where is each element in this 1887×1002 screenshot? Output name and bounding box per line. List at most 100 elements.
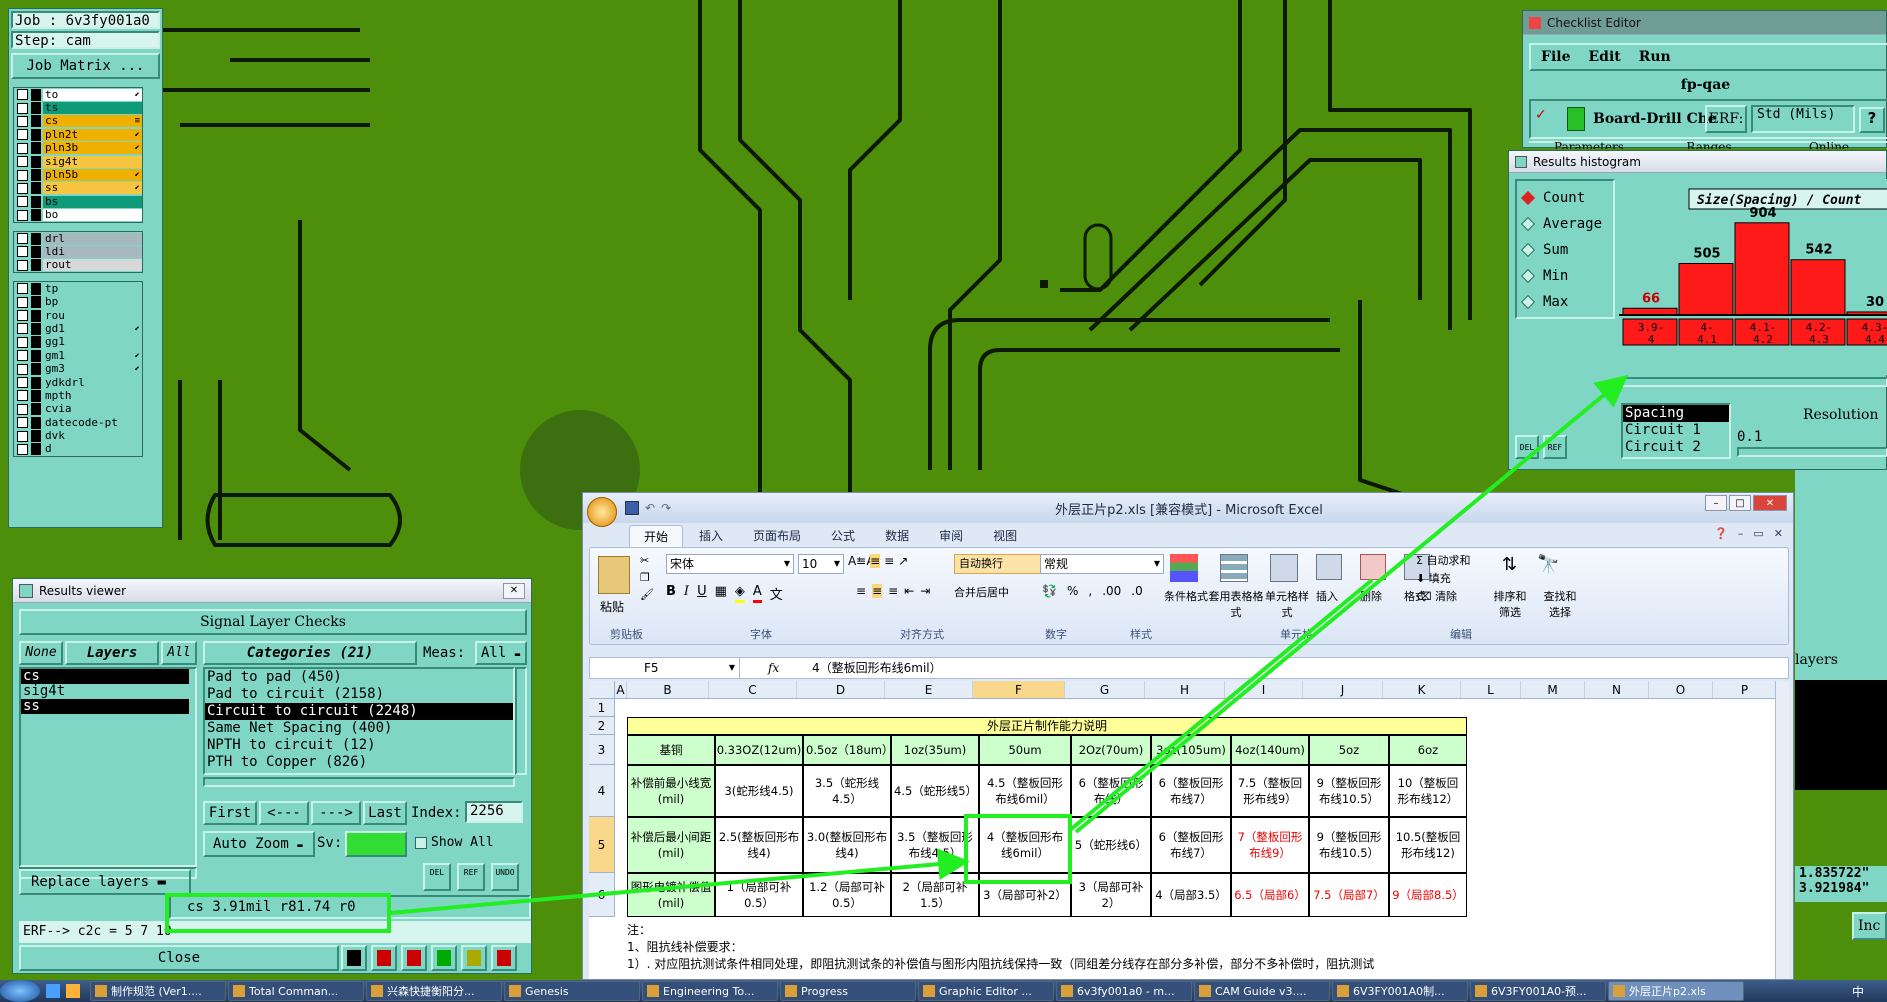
layer-name[interactable]: datecode-pt (43, 416, 142, 429)
layer-row[interactable]: mpth (14, 389, 142, 402)
increase-indent-icon[interactable]: ⇥ (920, 584, 930, 598)
table-cell[interactable]: 6（整板回形布线7） (1151, 817, 1231, 873)
tool-button[interactable] (371, 945, 397, 971)
table-cell[interactable]: 5（蛇形线6） (1071, 817, 1151, 873)
row-header[interactable]: 4 (589, 765, 615, 817)
layer-name[interactable]: rout (43, 259, 142, 272)
layer-checkbox[interactable] (17, 182, 28, 194)
format-painter-icon[interactable]: 🖌 (640, 588, 654, 601)
last-button[interactable]: Last (363, 801, 407, 825)
table-cell[interactable]: 1oz(35um) (891, 735, 979, 765)
tab-parameters[interactable]: Parameters (1529, 141, 1649, 149)
table-cell[interactable]: 0.33OZ(12um) (715, 735, 803, 765)
row-header[interactable]: 6 (589, 873, 615, 917)
layer-row[interactable]: cvia (14, 403, 142, 416)
layer-row[interactable]: pln5b ⬋ (14, 168, 142, 182)
table-cell[interactable]: 1（局部可补0.5） (715, 873, 803, 917)
next-button[interactable]: ---> (311, 801, 361, 825)
category-item[interactable]: Circuit to circuit (2248) (205, 703, 513, 720)
layer-name[interactable]: pln3b ⬋ (43, 142, 142, 155)
align-top-icon[interactable]: ≡ (856, 554, 866, 568)
table-cell[interactable]: 10.5(整板回形布线12) (1389, 817, 1467, 873)
conditional-format-icon[interactable] (1170, 554, 1198, 582)
table-cell[interactable]: 2Oz(70um) (1071, 735, 1151, 765)
index-input[interactable]: 2256 (465, 801, 523, 823)
histogram-bar[interactable] (1734, 222, 1790, 316)
layer-checkbox[interactable] (17, 89, 28, 101)
font-size-select[interactable]: 10 ▼ (798, 554, 844, 574)
layer-checkbox[interactable] (17, 443, 28, 455)
column-header[interactable]: A (615, 681, 627, 698)
layer-name[interactable]: drl (43, 232, 142, 245)
copy-icon[interactable]: ❐ (640, 571, 654, 584)
table-cell[interactable]: 9（整板回形布线10.5） (1309, 765, 1389, 817)
inc-button[interactable]: Inc (1852, 912, 1887, 940)
layer-row[interactable]: gd1 ⬋ (14, 322, 142, 335)
maximize-icon[interactable]: □ (1729, 495, 1751, 511)
minimize-icon[interactable]: – (1738, 527, 1744, 540)
table-cell[interactable]: 图形电镀补偿值(mil) (627, 873, 715, 917)
layer-checkbox[interactable] (17, 102, 28, 114)
fill-button[interactable]: ⬇ 填充 (1416, 570, 1470, 586)
font-color-icon[interactable]: A (752, 584, 762, 603)
layers-button[interactable]: Layers (65, 641, 159, 665)
layer-checkbox[interactable] (17, 296, 28, 308)
column-header[interactable]: M (1521, 681, 1585, 698)
layer-row[interactable]: gm1 ⬋ (14, 349, 142, 362)
currency-icon[interactable]: 💱 (1042, 584, 1057, 598)
all-button[interactable]: All (161, 641, 197, 665)
table-cell[interactable]: 6.5（局部6） (1231, 873, 1309, 917)
taskbar-item[interactable]: 6v3fy001a0 - m... (1056, 981, 1192, 1001)
layer-checkbox[interactable] (17, 336, 28, 348)
merge-center-button[interactable]: 合并后居中 (954, 584, 1009, 600)
column-header[interactable]: L (1461, 681, 1521, 698)
taskbar-item[interactable]: Graphic Editor ... (918, 981, 1054, 1001)
insert-label[interactable]: 插入 (1316, 588, 1338, 604)
number-format-select[interactable]: 常规 ▼ (1040, 554, 1164, 574)
table-cell[interactable]: 3.5（蛇形线4.5） (803, 765, 891, 817)
orientation-icon[interactable]: ↗ (898, 554, 908, 568)
resolution-slider[interactable] (1737, 447, 1887, 457)
layer-checkbox[interactable] (17, 115, 28, 127)
taskbar-item[interactable]: Genesis (504, 981, 640, 1001)
delete-label[interactable]: 删除 (1360, 588, 1382, 604)
table-cell[interactable]: 基铜 (627, 735, 715, 765)
tool-button[interactable] (491, 945, 517, 971)
sort-filter-label[interactable]: 排序和筛选 (1490, 588, 1530, 620)
table-cell[interactable]: 4oz(140um) (1231, 735, 1309, 765)
tab-6[interactable]: 视图 (979, 525, 1031, 547)
app-icon[interactable] (46, 984, 60, 998)
close-icon[interactable]: ✕ (1753, 495, 1787, 511)
table-cell[interactable]: 9（局部8.5） (1389, 873, 1467, 917)
checklist-item-name[interactable]: Board-Drill Che (1593, 111, 1717, 127)
layer-checkbox[interactable] (17, 323, 28, 335)
histogram-bar[interactable] (1790, 259, 1846, 316)
histogram-list-item[interactable]: Circuit 1 (1623, 422, 1729, 439)
layer-row[interactable]: rou (14, 309, 142, 322)
layer-result-item[interactable]: ss (21, 699, 189, 714)
category-item[interactable]: Pad to circuit (2158) (205, 686, 513, 703)
layer-row[interactable]: ldi (14, 245, 142, 258)
tab-3[interactable]: 公式 (817, 525, 869, 547)
layer-result-item[interactable]: sig4t (21, 684, 189, 699)
categories-list[interactable]: Pad to pad (450) Pad to circuit (2158) Cir… (203, 667, 515, 775)
column-header[interactable]: G (1065, 681, 1145, 698)
paste-icon[interactable] (598, 556, 630, 594)
table-cell[interactable]: 3（局部可补2） (1071, 873, 1151, 917)
border-icon[interactable]: ▦ (715, 584, 727, 603)
layer-name[interactable]: gm1 ⬋ (43, 349, 142, 362)
column-header[interactable]: N (1585, 681, 1649, 698)
job-matrix-button[interactable]: Job Matrix ... (11, 53, 160, 79)
align-left-icon[interactable]: ≡ (856, 584, 866, 598)
align-bottom-icon[interactable]: ≡ (884, 554, 894, 568)
select-all[interactable] (589, 681, 615, 698)
column-header[interactable]: B (627, 681, 709, 698)
layer-name[interactable]: d (43, 443, 142, 456)
layer-row[interactable]: bs (14, 195, 142, 208)
column-header[interactable]: F (973, 681, 1065, 698)
meas-dropdown[interactable]: All ▬ (475, 641, 527, 665)
layer-name[interactable]: rou (43, 309, 142, 322)
histogram-scrollbar[interactable] (1619, 377, 1887, 387)
layer-checkbox[interactable] (17, 403, 28, 415)
erf-value[interactable]: Std (Mils) (1751, 105, 1855, 133)
